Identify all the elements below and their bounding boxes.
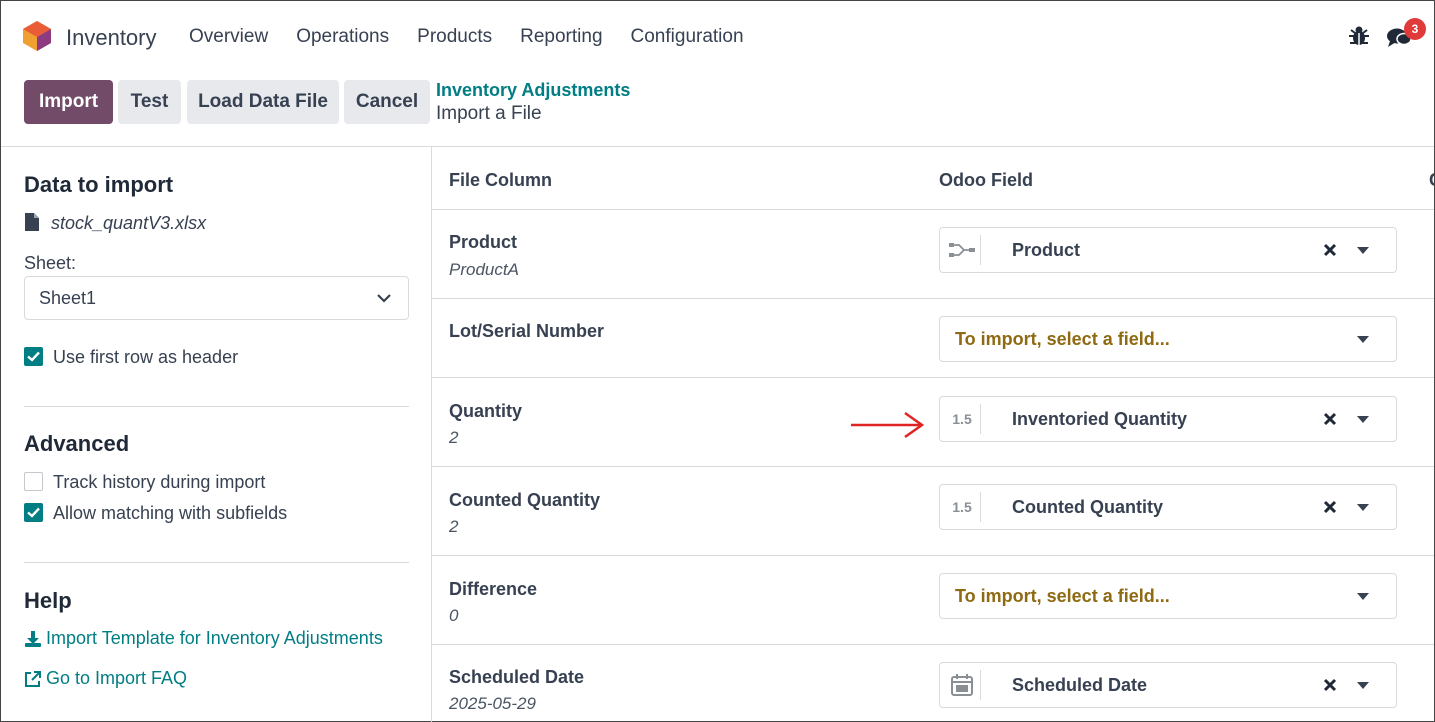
file-column-name: Scheduled Date (449, 667, 585, 687)
use-first-row-checkbox[interactable] (24, 347, 43, 366)
calendar-icon (948, 673, 976, 697)
caret-down-icon[interactable] (1357, 682, 1369, 689)
check-icon (27, 507, 40, 518)
use-first-row-label[interactable]: Use first row as header (53, 347, 238, 368)
odoo-field-select[interactable]: 1.5 Inventoried Quantity (939, 396, 1397, 442)
top-navbar: Inventory Overview Operations Products R… (1, 1, 1434, 71)
load-data-file-button[interactable]: Load Data File (187, 80, 339, 124)
chevron-down-icon (377, 294, 391, 303)
main-menu: Overview Operations Products Reporting C… (189, 26, 772, 48)
file-column-sample: ProductA (449, 260, 519, 279)
import-template-link-label: Import Template for Inventory Adjustment… (46, 628, 383, 648)
row-divider (432, 298, 1434, 299)
sheet-select-value: Sheet1 (39, 287, 97, 308)
odoo-field-select[interactable]: To import, select a field... (939, 573, 1397, 619)
file-column-name: Counted Quantity (449, 490, 600, 510)
check-icon (27, 351, 40, 362)
odoo-field-select[interactable]: 1.5 Counted Quantity (939, 484, 1397, 530)
odoo-field-select[interactable]: Product (939, 227, 1397, 273)
odoo-field-value: Scheduled Date (1012, 675, 1148, 695)
app-name[interactable]: Inventory (66, 25, 157, 51)
menu-operations[interactable]: Operations (296, 26, 389, 48)
clear-icon[interactable] (1322, 242, 1338, 258)
odoo-field-select[interactable]: Scheduled Date (939, 662, 1397, 708)
field-icon-divider (980, 670, 981, 700)
decimal-icon: 1.5 (952, 411, 972, 427)
odoo-field-placeholder: To import, select a field... (955, 586, 1170, 606)
row-divider (432, 644, 1434, 645)
import-faq-link[interactable]: Go to Import FAQ (24, 668, 187, 689)
file-column-name: Difference (449, 579, 538, 599)
file-icon (25, 213, 39, 231)
odoo-field-header: Odoo Field (939, 170, 1033, 190)
allow-matching-checkbox[interactable] (24, 503, 43, 522)
odoo-field-value: Product (1012, 240, 1081, 260)
row-divider (432, 555, 1434, 556)
field-icon-divider (980, 492, 981, 522)
header-divider (1, 146, 1434, 147)
file-column-sample: 0 (449, 606, 459, 625)
annotation-arrow-icon (851, 411, 925, 439)
sheet-select[interactable]: Sheet1 (24, 276, 409, 320)
file-column-name: Quantity (449, 401, 523, 421)
menu-reporting[interactable]: Reporting (520, 26, 602, 48)
comments-header: C (1429, 170, 1434, 191)
file-name: stock_quantV3.xlsx (51, 213, 207, 233)
menu-products[interactable]: Products (417, 26, 492, 48)
track-history-checkbox[interactable] (24, 472, 43, 491)
import-faq-link-label: Go to Import FAQ (46, 668, 188, 688)
file-column-sample: 2 (449, 428, 459, 447)
advanced-heading: Advanced (24, 431, 130, 456)
bug-icon[interactable] (1348, 25, 1370, 47)
odoo-field-value: Inventoried Quantity (1012, 409, 1188, 429)
import-button[interactable]: Import (24, 80, 113, 124)
sidebar-divider (431, 146, 432, 722)
caret-down-icon[interactable] (1357, 504, 1369, 511)
clear-icon[interactable] (1322, 411, 1338, 427)
data-to-import-heading: Data to import (24, 172, 174, 197)
field-icon-divider (980, 404, 981, 434)
notification-badge: 3 (1404, 18, 1426, 40)
file-column-header: File Column (449, 170, 552, 190)
file-column-name: Lot/Serial Number (449, 321, 605, 341)
sheet-label: Sheet: (24, 253, 77, 273)
row-divider (432, 377, 1434, 378)
import-template-link[interactable]: Import Template for Inventory Adjustment… (24, 628, 383, 649)
allow-matching-label[interactable]: Allow matching with subfields (53, 503, 287, 524)
clear-icon[interactable] (1322, 499, 1338, 515)
sidebar-separator (24, 406, 409, 407)
file-column-sample: 2025-05-29 (449, 694, 536, 713)
field-icon-divider (980, 235, 981, 265)
caret-down-icon[interactable] (1357, 336, 1369, 343)
caret-down-icon[interactable] (1357, 247, 1369, 254)
track-history-label[interactable]: Track history during import (53, 472, 265, 493)
row-divider (432, 209, 1434, 210)
breadcrumb-current: Import a File (436, 103, 542, 124)
file-column-sample: 2 (449, 517, 459, 536)
sidebar-separator (24, 562, 409, 563)
odoo-field-value: Counted Quantity (1012, 497, 1163, 517)
clear-icon[interactable] (1322, 677, 1338, 693)
help-heading: Help (24, 588, 72, 613)
test-button[interactable]: Test (118, 80, 181, 124)
relation-icon (948, 238, 976, 262)
download-icon (25, 630, 41, 647)
menu-overview[interactable]: Overview (189, 26, 268, 48)
odoo-field-placeholder: To import, select a field... (955, 329, 1170, 349)
breadcrumb-parent[interactable]: Inventory Adjustments (436, 80, 630, 101)
external-link-icon (25, 670, 41, 687)
caret-down-icon[interactable] (1357, 593, 1369, 600)
odoo-field-select[interactable]: To import, select a field... (939, 316, 1397, 362)
menu-configuration[interactable]: Configuration (631, 26, 744, 48)
row-divider (432, 466, 1434, 467)
caret-down-icon[interactable] (1357, 416, 1369, 423)
file-column-name: Product (449, 232, 518, 252)
decimal-icon: 1.5 (952, 499, 972, 515)
inventory-app-icon[interactable] (23, 21, 51, 51)
cancel-button[interactable]: Cancel (344, 80, 430, 124)
